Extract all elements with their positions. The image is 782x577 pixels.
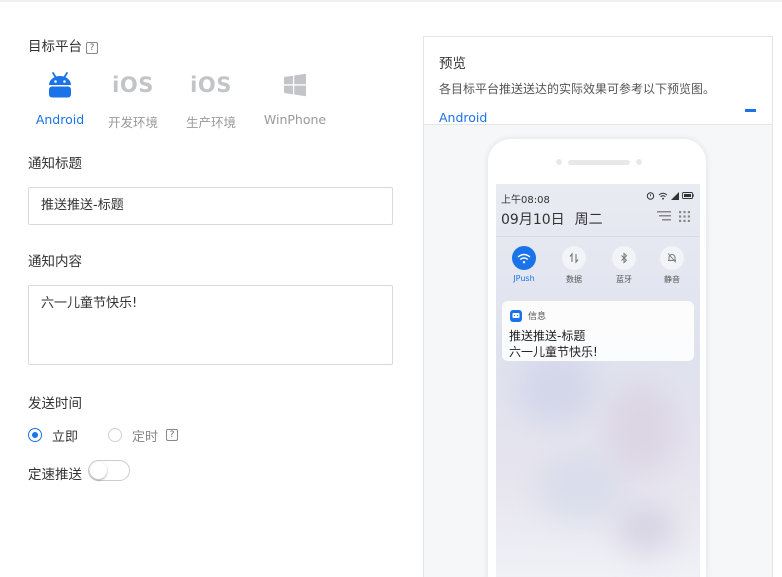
preview-body: 上午08:08 09月10日 周二 JPush 数据 蓝牙 静音 信息 推送推送… <box>424 125 772 577</box>
notification-app: 信息 <box>510 309 546 322</box>
qs-jpush-label: JPush <box>513 274 535 283</box>
toggle-knob <box>90 462 107 479</box>
wallpaper-blob <box>606 384 676 474</box>
date-text: 09月10日 <box>501 212 565 228</box>
notification-body: 六一儿童节快乐! <box>509 345 598 359</box>
preview-tab-android[interactable]: Android <box>439 110 756 125</box>
preview-description: 各目标平台推送送达的实际效果可参考以下预览图。 <box>439 82 716 96</box>
android-icon <box>49 72 71 98</box>
weekday-text: 周二 <box>574 212 603 228</box>
help-icon[interactable]: ? <box>166 429 179 441</box>
data-icon <box>569 252 579 264</box>
phone-sensor <box>636 159 642 165</box>
qs-mute-label: 静音 <box>664 275 680 284</box>
platform-android[interactable]: Android <box>28 68 92 132</box>
qs-bluetooth[interactable]: 蓝牙 <box>602 246 646 285</box>
rate-push-label: 定速推送 <box>28 467 82 483</box>
collapse-icon[interactable] <box>745 109 756 112</box>
radio-immediate-label[interactable]: 立即 <box>52 426 78 445</box>
phone-camera <box>556 159 562 165</box>
rate-push-toggle[interactable] <box>88 460 130 481</box>
ios-icon: iOS <box>190 73 232 97</box>
message-app-icon <box>510 309 522 322</box>
wallpaper-blob <box>536 454 626 524</box>
preview-panel: 预览 各目标平台推送送达的实际效果可参考以下预览图。 Android 上午08:… <box>423 36 773 577</box>
wallpaper-blob <box>616 504 676 554</box>
wifi-status-icon <box>658 192 668 200</box>
platform-winphone-label: WinPhone <box>263 112 327 127</box>
list-icon[interactable] <box>657 211 671 221</box>
shade-divider <box>496 236 700 237</box>
wallpaper-blob <box>516 354 596 424</box>
target-platform-text: 目标平台 <box>28 39 82 55</box>
notification-card[interactable]: 信息 推送推送-标题 六一儿童节快乐! <box>502 301 694 361</box>
preview-header: 预览 各目标平台推送送达的实际效果可参考以下预览图。 Android <box>424 37 772 125</box>
shade-icons <box>657 211 690 222</box>
ios-icon: iOS <box>112 73 154 97</box>
signal-icon <box>671 191 679 200</box>
preview-title: 预览 <box>439 56 466 72</box>
qs-data-circle <box>562 246 586 270</box>
qs-data-label: 数据 <box>566 275 582 284</box>
bell-icon <box>667 253 677 263</box>
date-display: 09月10日 周二 <box>501 209 603 229</box>
send-time-options: 立即 定时 ? <box>28 426 179 445</box>
phone-speaker <box>568 160 630 165</box>
wifi-icon <box>517 253 531 263</box>
qs-bluetooth-label: 蓝牙 <box>616 275 632 284</box>
alarm-icon <box>646 192 655 200</box>
qs-jpush-circle <box>512 246 536 270</box>
battery-icon <box>682 192 694 199</box>
send-time-label: 发送时间 <box>28 396 82 412</box>
radio-scheduled[interactable] <box>108 428 123 442</box>
windows-icon <box>284 73 306 97</box>
bluetooth-icon <box>621 252 628 264</box>
top-divider <box>0 0 782 2</box>
notification-app-name: 信息 <box>528 312 547 322</box>
grid-icon[interactable] <box>679 211 690 222</box>
title-label: 通知标题 <box>28 156 82 172</box>
qs-bluetooth-circle <box>612 246 636 270</box>
platform-ios-prod-label: 生产环境 <box>185 115 236 130</box>
content-textarea[interactable]: 六一儿童节快乐! <box>28 285 393 365</box>
platform-selector: Android iOS 开发环境 iOS 生产环境 WinPhone <box>28 68 348 132</box>
platform-ios-prod[interactable]: iOS 生产环境 <box>179 68 243 132</box>
notification-title: 推送推送-标题 <box>509 329 586 343</box>
qs-mute[interactable]: 静音 <box>650 246 694 285</box>
platform-ios-dev[interactable]: iOS 开发环境 <box>101 68 165 132</box>
target-platform-label: 目标平台? <box>28 35 98 55</box>
phone-screen: 上午08:08 09月10日 周二 JPush 数据 蓝牙 静音 信息 推送推送… <box>496 184 700 577</box>
status-time: 上午08:08 <box>501 195 550 206</box>
qs-mute-circle <box>660 246 684 270</box>
radio-scheduled-label[interactable]: 定时 <box>132 426 158 445</box>
qs-jpush[interactable]: JPush <box>502 246 546 283</box>
status-icons <box>646 191 694 200</box>
title-input[interactable]: 推送推送-标题 <box>28 187 393 225</box>
content-label: 通知内容 <box>28 254 82 270</box>
platform-ios-dev-label: 开发环境 <box>107 115 158 130</box>
platform-winphone[interactable]: WinPhone <box>263 68 327 132</box>
radio-immediate[interactable] <box>28 428 42 442</box>
help-icon[interactable]: ? <box>86 42 98 54</box>
qs-data[interactable]: 数据 <box>552 246 596 285</box>
platform-android-label: Android <box>35 112 85 127</box>
phone-side-button <box>706 217 709 247</box>
phone-mockup: 上午08:08 09月10日 周二 JPush 数据 蓝牙 静音 信息 推送推送… <box>487 138 709 577</box>
